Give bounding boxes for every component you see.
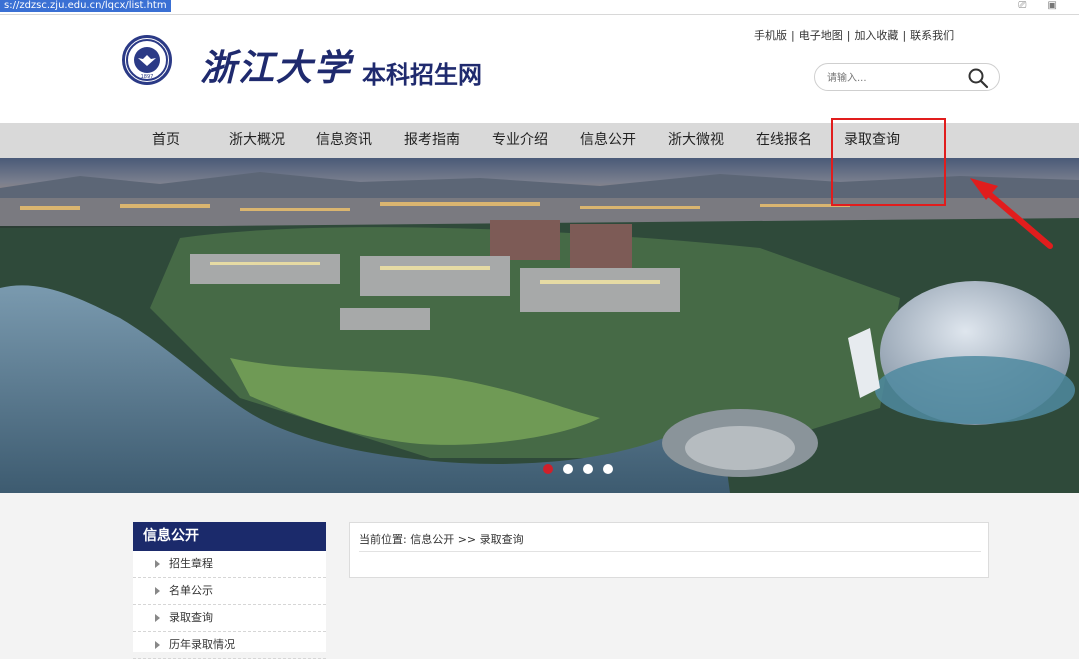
divider: | bbox=[902, 29, 907, 42]
slider-dot-2[interactable] bbox=[563, 464, 573, 474]
sidebar-item-list[interactable]: 名单公示 bbox=[133, 578, 326, 605]
campus-banner[interactable] bbox=[0, 158, 1079, 493]
slider-dots bbox=[543, 464, 613, 474]
top-links: 手机版 | 电子地图 | 加入收藏 | 联系我们 bbox=[754, 27, 954, 43]
sidebar-item-label: 历年录取情况 bbox=[169, 638, 235, 651]
browser-address-bar[interactable]: s://zdzsc.zju.edu.cn/lqcx/list.htm ⎚ ▣ bbox=[0, 0, 1079, 15]
top-link-map[interactable]: 电子地图 bbox=[799, 29, 843, 42]
search-input[interactable] bbox=[825, 68, 959, 88]
sidebar-item-charter[interactable]: 招生章程 bbox=[133, 551, 326, 578]
sidebar: 信息公开 招生章程 名单公示 录取查询 历年录取情况 bbox=[133, 522, 326, 659]
sidebar-item-history[interactable]: 历年录取情况 bbox=[133, 632, 326, 659]
sidebar-title: 信息公开 bbox=[133, 522, 326, 551]
caret-right-icon bbox=[155, 641, 160, 649]
window-icon[interactable]: ▣ bbox=[1048, 0, 1057, 11]
nav-online-register[interactable]: 在线报名 bbox=[756, 123, 812, 158]
top-link-favorite[interactable]: 加入收藏 bbox=[854, 29, 898, 42]
nav-guide[interactable]: 报考指南 bbox=[404, 123, 460, 158]
slider-dot-1[interactable] bbox=[543, 464, 553, 474]
slider-dot-4[interactable] bbox=[603, 464, 613, 474]
site-header: 1897 浙江大学 本科招生网 手机版 | 电子地图 | 加入收藏 | 联系我们 bbox=[0, 15, 1079, 123]
sidebar-item-label: 录取查询 bbox=[169, 611, 213, 624]
svg-text:1897: 1897 bbox=[141, 74, 154, 80]
slider-dot-3[interactable] bbox=[583, 464, 593, 474]
nav-video[interactable]: 浙大微视 bbox=[668, 123, 724, 158]
top-link-mobile[interactable]: 手机版 bbox=[754, 29, 787, 42]
breadcrumb: 当前位置: 信息公开 >> 录取查询 bbox=[359, 531, 981, 552]
nav-majors[interactable]: 专业介绍 bbox=[492, 123, 548, 158]
nav-public-info[interactable]: 信息公开 bbox=[580, 123, 636, 158]
campus-night-photo bbox=[0, 158, 1079, 493]
nav-admission-query[interactable]: 录取查询 bbox=[844, 123, 900, 158]
search-box bbox=[814, 63, 1000, 91]
caret-right-icon bbox=[155, 560, 160, 568]
sidebar-item-label: 名单公示 bbox=[169, 584, 213, 597]
university-seal-icon[interactable]: 1897 bbox=[122, 35, 172, 85]
site-name[interactable]: 本科招生网 bbox=[362, 55, 482, 90]
browser-icons: ⎚ ▣ bbox=[1000, 0, 1057, 12]
nav-about[interactable]: 浙大概况 bbox=[229, 123, 285, 158]
breadcrumb-label: 当前位置: bbox=[359, 533, 407, 546]
caret-right-icon bbox=[155, 587, 160, 595]
main-panel: 当前位置: 信息公开 >> 录取查询 bbox=[349, 522, 989, 578]
breadcrumb-path[interactable]: 信息公开 >> 录取查询 bbox=[410, 533, 523, 546]
calligraphy-logo[interactable]: 浙江大学 bbox=[200, 39, 352, 91]
divider: | bbox=[846, 29, 851, 42]
nav-news[interactable]: 信息资讯 bbox=[316, 123, 372, 158]
address-url[interactable]: s://zdzsc.zju.edu.cn/lqcx/list.htm bbox=[0, 0, 171, 12]
caret-right-icon bbox=[155, 614, 160, 622]
sidebar-item-admission-query[interactable]: 录取查询 bbox=[133, 605, 326, 632]
top-link-contact[interactable]: 联系我们 bbox=[910, 29, 954, 42]
tab-icon[interactable]: ⎚ bbox=[1018, 0, 1026, 11]
nav-home[interactable]: 首页 bbox=[152, 123, 180, 158]
search-icon[interactable] bbox=[967, 67, 989, 89]
sidebar-item-label: 招生章程 bbox=[169, 557, 213, 570]
main-nav: 首页 浙大概况 信息资讯 报考指南 专业介绍 信息公开 浙大微视 在线报名 录取… bbox=[0, 123, 1079, 158]
divider: | bbox=[791, 29, 795, 42]
